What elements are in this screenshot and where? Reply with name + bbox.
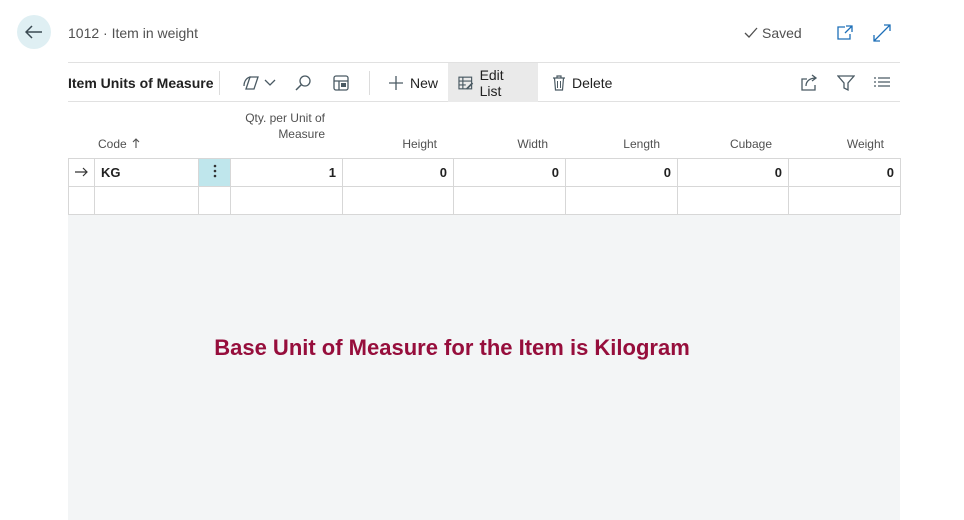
column-header-code-label: Code [98,137,127,151]
filter-icon [837,75,855,92]
cell-weight[interactable]: 0 [788,158,901,187]
row-selector[interactable] [68,186,95,215]
column-header-code[interactable]: Code [98,136,140,152]
toolbar-divider [369,71,370,95]
cell-code[interactable] [94,186,199,215]
annotation-label: Base Unit of Measure for the Item is Kil… [214,335,690,360]
cell-weight[interactable] [788,186,901,215]
column-header-qty[interactable]: Qty. per Unit of Measure [230,110,325,142]
copilot-dropdown-button[interactable] [242,73,276,93]
saved-status: Saved [744,23,802,43]
column-header-cubage[interactable]: Cubage [677,136,772,152]
expand-button[interactable] [873,23,891,43]
new-button[interactable]: New [378,63,448,102]
column-header-length[interactable]: Length [565,136,660,152]
saved-label: Saved [762,25,802,41]
open-new-window-icon [837,25,853,40]
edit-list-label: Edit List [479,66,504,99]
column-header-weight[interactable]: Weight [788,136,884,152]
cell-length[interactable] [565,186,678,215]
cell-qty[interactable] [230,186,343,215]
cell-width[interactable]: 0 [453,158,566,187]
action-bar: Item Units of Measure New Edit List Dele… [68,62,900,102]
expand-icon [873,24,891,42]
toolbar-divider [219,71,220,95]
chevron-down-icon [264,79,276,86]
cell-cubage[interactable] [677,186,789,215]
row-menu-button[interactable] [198,158,231,187]
open-new-window-button[interactable] [836,23,854,43]
search-icon [295,75,311,91]
back-button[interactable] [17,15,51,49]
cell-code[interactable]: KG [94,158,199,187]
table-row-empty[interactable] [68,186,901,215]
delete-button[interactable]: Delete [542,63,622,102]
list-title: Item Units of Measure [68,75,214,91]
cell-qty[interactable]: 1 [230,158,343,187]
filter-button[interactable] [837,73,855,93]
analysis-mode-button[interactable] [332,73,350,93]
annotation-text: Base Unit of Measure for the Item is Kil… [68,335,900,361]
delete-label: Delete [572,74,613,91]
units-table: KG 1 0 0 0 0 0 [68,158,901,215]
share-icon [801,74,818,91]
cell-height[interactable]: 0 [342,158,454,187]
edit-list-icon [458,76,474,89]
arrow-right-icon [74,167,88,177]
share-button[interactable] [800,73,818,93]
trash-icon [553,74,565,91]
list-options-button[interactable] [874,73,890,93]
cell-width[interactable] [453,186,566,215]
edit-list-button[interactable]: Edit List [448,63,538,102]
column-header-qty-line2: Measure [278,127,325,141]
copilot-icon [243,76,259,90]
search-button[interactable] [294,73,312,93]
list-icon [874,77,890,87]
new-label: New [410,74,439,91]
cell-height[interactable] [342,186,454,215]
empty-list-area: Base Unit of Measure for the Item is Kil… [68,215,900,520]
row-menu-cell[interactable] [198,186,231,215]
column-header-qty-line1: Qty. per Unit of [245,111,325,125]
cell-length[interactable]: 0 [565,158,678,187]
row-selector[interactable] [68,158,95,187]
column-header-width[interactable]: Width [453,136,548,152]
table-row[interactable]: KG 1 0 0 0 0 0 [68,158,901,187]
more-vertical-icon [213,164,216,178]
sort-ascending-icon [132,138,140,148]
page-caption: 1012 · Item in weight [68,25,198,41]
column-header-height[interactable]: Height [342,136,437,152]
analysis-view-icon [333,75,349,91]
checkmark-icon [744,27,758,38]
cell-cubage[interactable]: 0 [677,158,789,187]
arrow-left-icon [25,25,42,39]
plus-icon [389,75,403,90]
